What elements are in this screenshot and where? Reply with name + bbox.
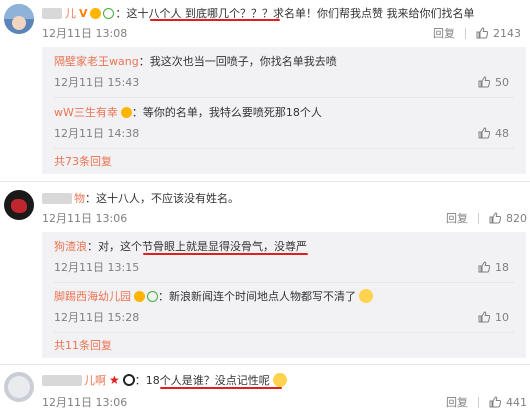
username[interactable]: 儿 — [65, 5, 76, 21]
verified-icon — [147, 290, 158, 302]
reply-username[interactable]: 狗渣浪 — [54, 238, 87, 254]
thumbs-up-icon — [478, 261, 490, 273]
reply-time: 12月11日 15:43 — [54, 76, 140, 89]
highlight-underline — [143, 253, 308, 255]
username[interactable]: 儿啊 — [84, 372, 106, 388]
blurred-username — [42, 192, 72, 204]
blurred-username — [42, 7, 62, 19]
like-button[interactable]: 10 — [478, 311, 509, 324]
reply-time: 12月11日 13:15 — [54, 261, 140, 274]
like-button[interactable]: 820 — [489, 212, 527, 225]
reply-text: ：等你的名单，我特么要喷死那18个人 — [131, 106, 322, 119]
reply-text: ：我这次也当一回喷子，你找名单我去喷 — [138, 55, 337, 68]
vip-icon — [134, 290, 145, 302]
vip-icon — [120, 106, 132, 118]
like-button[interactable]: 18 — [478, 261, 509, 274]
thumbs-up-icon — [478, 127, 490, 139]
like-button[interactable]: 48 — [478, 127, 509, 140]
thumbs-up-icon — [478, 311, 490, 323]
highlight-underline — [150, 19, 280, 21]
reply-username[interactable]: wW三生有幸 — [54, 104, 118, 120]
reply-time: 12月11日 15:28 — [54, 311, 140, 324]
avatar[interactable] — [4, 372, 34, 402]
reply-username[interactable]: 脚踢西海幼儿园 — [54, 288, 131, 304]
reply-button[interactable]: 回复 — [433, 25, 455, 41]
like-button[interactable]: 2143 — [476, 27, 521, 40]
username[interactable]: 物 — [74, 190, 85, 206]
comment-time: 12月11日 13:08 — [42, 27, 128, 40]
comment-time: 12月11日 13:06 — [42, 212, 128, 225]
comment-header: 物 ：这十八人，不应该没有姓名。 — [42, 190, 239, 206]
thumbs-up-icon — [489, 212, 501, 224]
comment-time: 12月11日 13:06 — [42, 396, 128, 409]
like-count: 50 — [495, 75, 509, 89]
comment-text: ：18个人是谁？没点记性呢 — [134, 374, 270, 387]
reply-text: ：新浪新闻连个时间地点人物都写不清了 — [158, 290, 356, 303]
avatar[interactable] — [4, 190, 34, 220]
like-button[interactable]: 441 — [489, 396, 527, 409]
comment-header: 儿啊 ★ ：18个人是谁？没点记性呢 — [42, 372, 287, 388]
thumbs-up-icon — [476, 27, 488, 39]
comment-text: ：这十八人，不应该没有姓名。 — [85, 192, 239, 205]
thumbs-up-icon — [489, 396, 501, 408]
like-count: 48 — [495, 126, 509, 140]
highlight-underline — [160, 387, 282, 389]
vip-icon — [102, 7, 114, 19]
emoji-icon — [272, 373, 287, 387]
like-count: 10 — [495, 310, 509, 324]
blurred-username — [42, 374, 82, 386]
more-replies-link[interactable]: 共11条回复 — [54, 337, 112, 353]
more-replies-link[interactable]: 共73条回复 — [54, 153, 112, 169]
reply-button[interactable]: 回复 — [446, 394, 468, 410]
emoji-icon — [359, 289, 373, 303]
like-count: 820 — [506, 211, 527, 225]
like-button[interactable]: 50 — [478, 76, 509, 89]
panda-icon — [122, 374, 135, 386]
star-icon: ★ — [109, 373, 120, 387]
verified-icon — [89, 7, 101, 19]
like-count: 18 — [495, 260, 509, 274]
reply-button[interactable]: 回复 — [446, 210, 468, 226]
reply-text: ：对，这个节骨眼上就是显得没骨气，没尊严 — [87, 240, 307, 253]
vip-icon: V — [79, 6, 88, 20]
reply-username[interactable]: 隔壁家老王wang — [54, 53, 139, 69]
avatar[interactable] — [4, 4, 34, 34]
like-count: 2143 — [493, 26, 521, 40]
reply-time: 12月11日 14:38 — [54, 127, 140, 140]
like-count: 441 — [506, 395, 527, 409]
thumbs-up-icon — [478, 76, 490, 88]
